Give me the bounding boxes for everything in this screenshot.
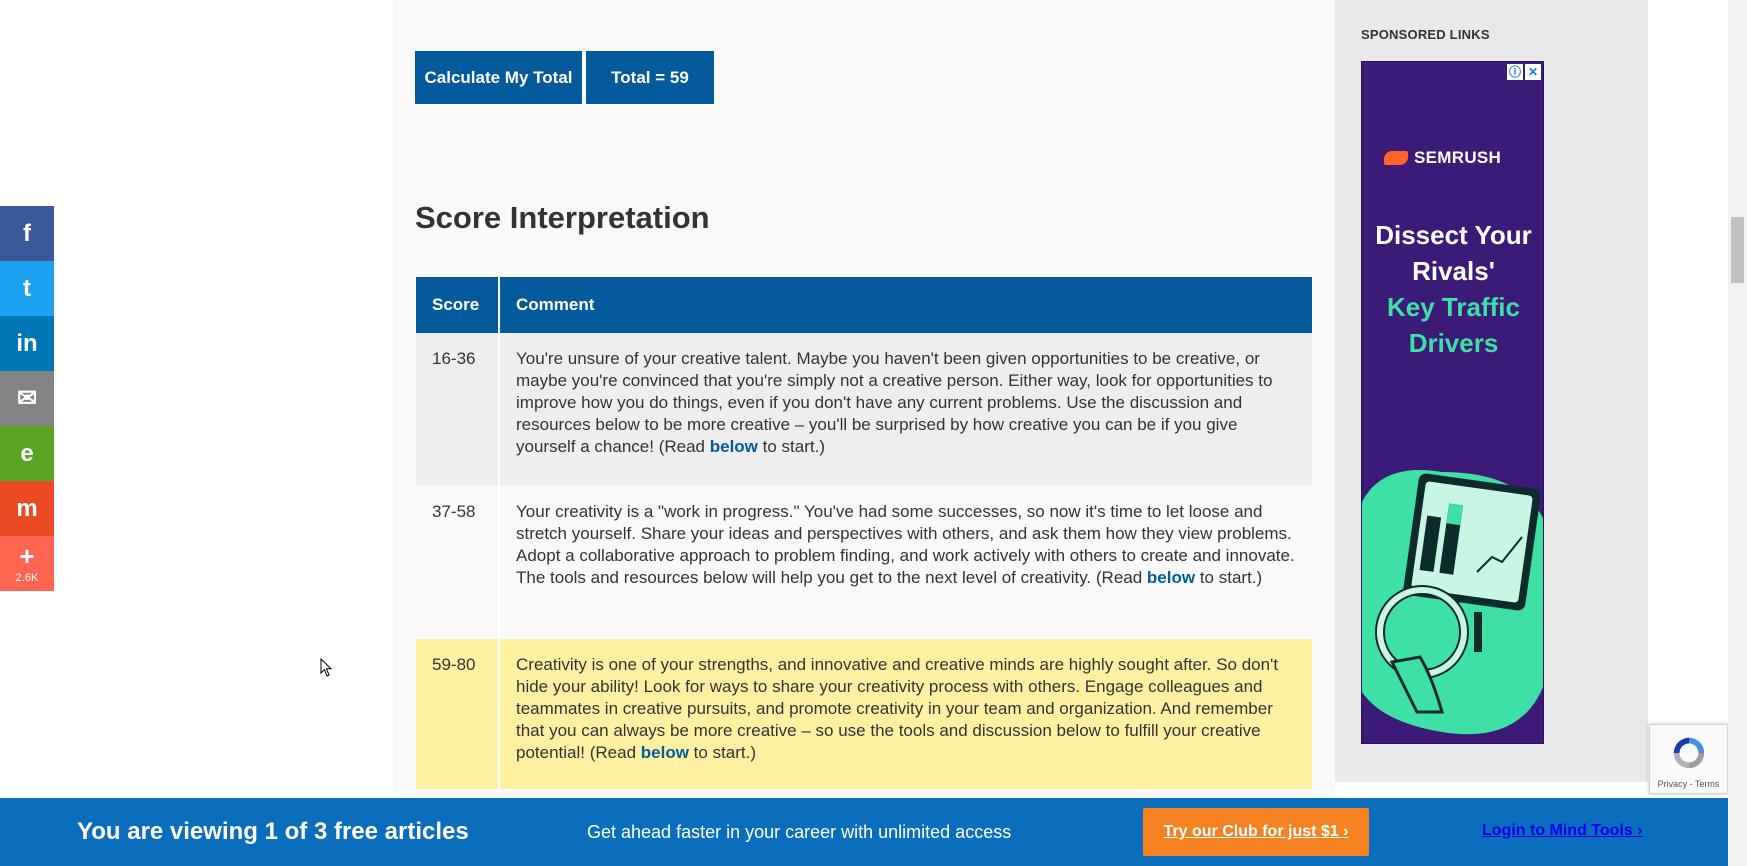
calculator-actions: Calculate My Total Total = 59 (415, 51, 714, 104)
ad-brand: SEMRUSH (1414, 148, 1502, 167)
facebook-icon: f (23, 219, 31, 247)
linkedin-share-button[interactable]: in (0, 316, 54, 371)
table-row-highlighted: 59-80 Creativity is one of your strength… (416, 639, 1312, 789)
scrollbar-thumb[interactable] (1731, 217, 1744, 283)
comment-text: You're unsure of your creative talent. M… (516, 349, 1273, 456)
evernote-icon: e (20, 439, 34, 467)
section-title: Score Interpretation (415, 200, 710, 235)
score-cell: 37-58 (416, 486, 500, 639)
table-row: 37-58 Your creativity is a "work in prog… (416, 486, 1312, 639)
semrush-flame-icon (1384, 151, 1408, 165)
twitter-icon: t (23, 274, 31, 302)
page-scrollbar[interactable] (1728, 0, 1747, 866)
ad-headline: Dissect Your Rivals' Key Traffic Drivers (1362, 217, 1543, 361)
score-interpretation-table: Score Comment 16-36 You're unsure of you… (416, 277, 1312, 789)
email-share-button[interactable]: ✉ (0, 371, 54, 426)
banner-title: You are viewing 1 of 3 free articles (77, 818, 469, 845)
ad-headline-text: Dissect Your Rivals' (1375, 220, 1532, 286)
sidebar: SPONSORED LINKS ⓘ ✕ SEMRUSH Dissect Your… (1335, 0, 1648, 782)
try-club-button[interactable]: Try our Club for just $1 › (1143, 808, 1369, 856)
semrush-logo: SEMRUSH (1384, 148, 1501, 168)
email-icon: ✉ (16, 385, 38, 412)
below-link[interactable]: below (710, 437, 758, 456)
main-content: Calculate My Total Total = 59 Score Inte… (393, 0, 1335, 866)
table-header-row: Score Comment (416, 277, 1312, 333)
share-count: 2.6K (15, 571, 39, 584)
comment-cell: You're unsure of your creative talent. M… (499, 333, 1312, 486)
ad-controls: ⓘ ✕ (1507, 64, 1541, 80)
sponsored-links-heading: SPONSORED LINKS (1361, 27, 1490, 42)
mix-share-button[interactable]: m (0, 481, 54, 536)
mix-icon: m (16, 494, 38, 522)
comment-tail: to start.) (1199, 568, 1263, 587)
social-share-bar: f t in ✉ e m + 2.6K (0, 206, 54, 591)
header-comment: Comment (499, 277, 1312, 333)
plus-icon: + (19, 540, 35, 571)
linkedin-icon: in (16, 329, 38, 357)
twitter-share-button[interactable]: t (0, 261, 54, 316)
header-score: Score (416, 277, 500, 333)
evernote-share-button[interactable]: e (0, 426, 54, 481)
below-link[interactable]: below (641, 743, 689, 762)
ad-info-icon[interactable]: ⓘ (1507, 64, 1523, 80)
score-cell: 59-80 (416, 639, 500, 789)
total-score-button[interactable]: Total = 59 (586, 51, 714, 104)
comment-cell: Your creativity is a "work in progress."… (499, 486, 1312, 639)
more-share-button[interactable]: + 2.6K (0, 536, 54, 591)
recaptcha-links[interactable]: Privacy - Terms (1650, 779, 1727, 789)
comment-cell: Creativity is one of your strengths, and… (499, 639, 1312, 789)
calculate-total-button[interactable]: Calculate My Total (415, 51, 582, 104)
comment-tail: to start.) (762, 437, 825, 456)
ad-illustration (1362, 470, 1543, 735)
facebook-share-button[interactable]: f (0, 206, 54, 261)
below-link[interactable]: below (1147, 568, 1195, 587)
login-link[interactable]: Login to Mind Tools › (1482, 822, 1643, 840)
mouse-cursor-icon (320, 658, 333, 677)
ad-headline-highlight: Key Traffic Drivers (1387, 292, 1520, 358)
ad-close-icon[interactable]: ✕ (1525, 64, 1541, 80)
recaptcha-badge[interactable]: Privacy - Terms (1649, 724, 1728, 794)
paywall-banner: You are viewing 1 of 3 free articles Get… (0, 798, 1728, 866)
score-cell: 16-36 (416, 333, 500, 486)
page: Calculate My Total Total = 59 Score Inte… (0, 0, 1747, 866)
comment-tail: to start.) (693, 743, 757, 762)
banner-subtitle: Get ahead faster in your career with unl… (587, 822, 1012, 842)
semrush-ad[interactable]: ⓘ ✕ SEMRUSH Dissect Your Rivals' Key Tra… (1361, 61, 1544, 744)
table-row: 16-36 You're unsure of your creative tal… (416, 333, 1312, 486)
recaptcha-icon (1673, 737, 1705, 769)
comment-text: Creativity is one of your strengths, and… (516, 655, 1279, 762)
